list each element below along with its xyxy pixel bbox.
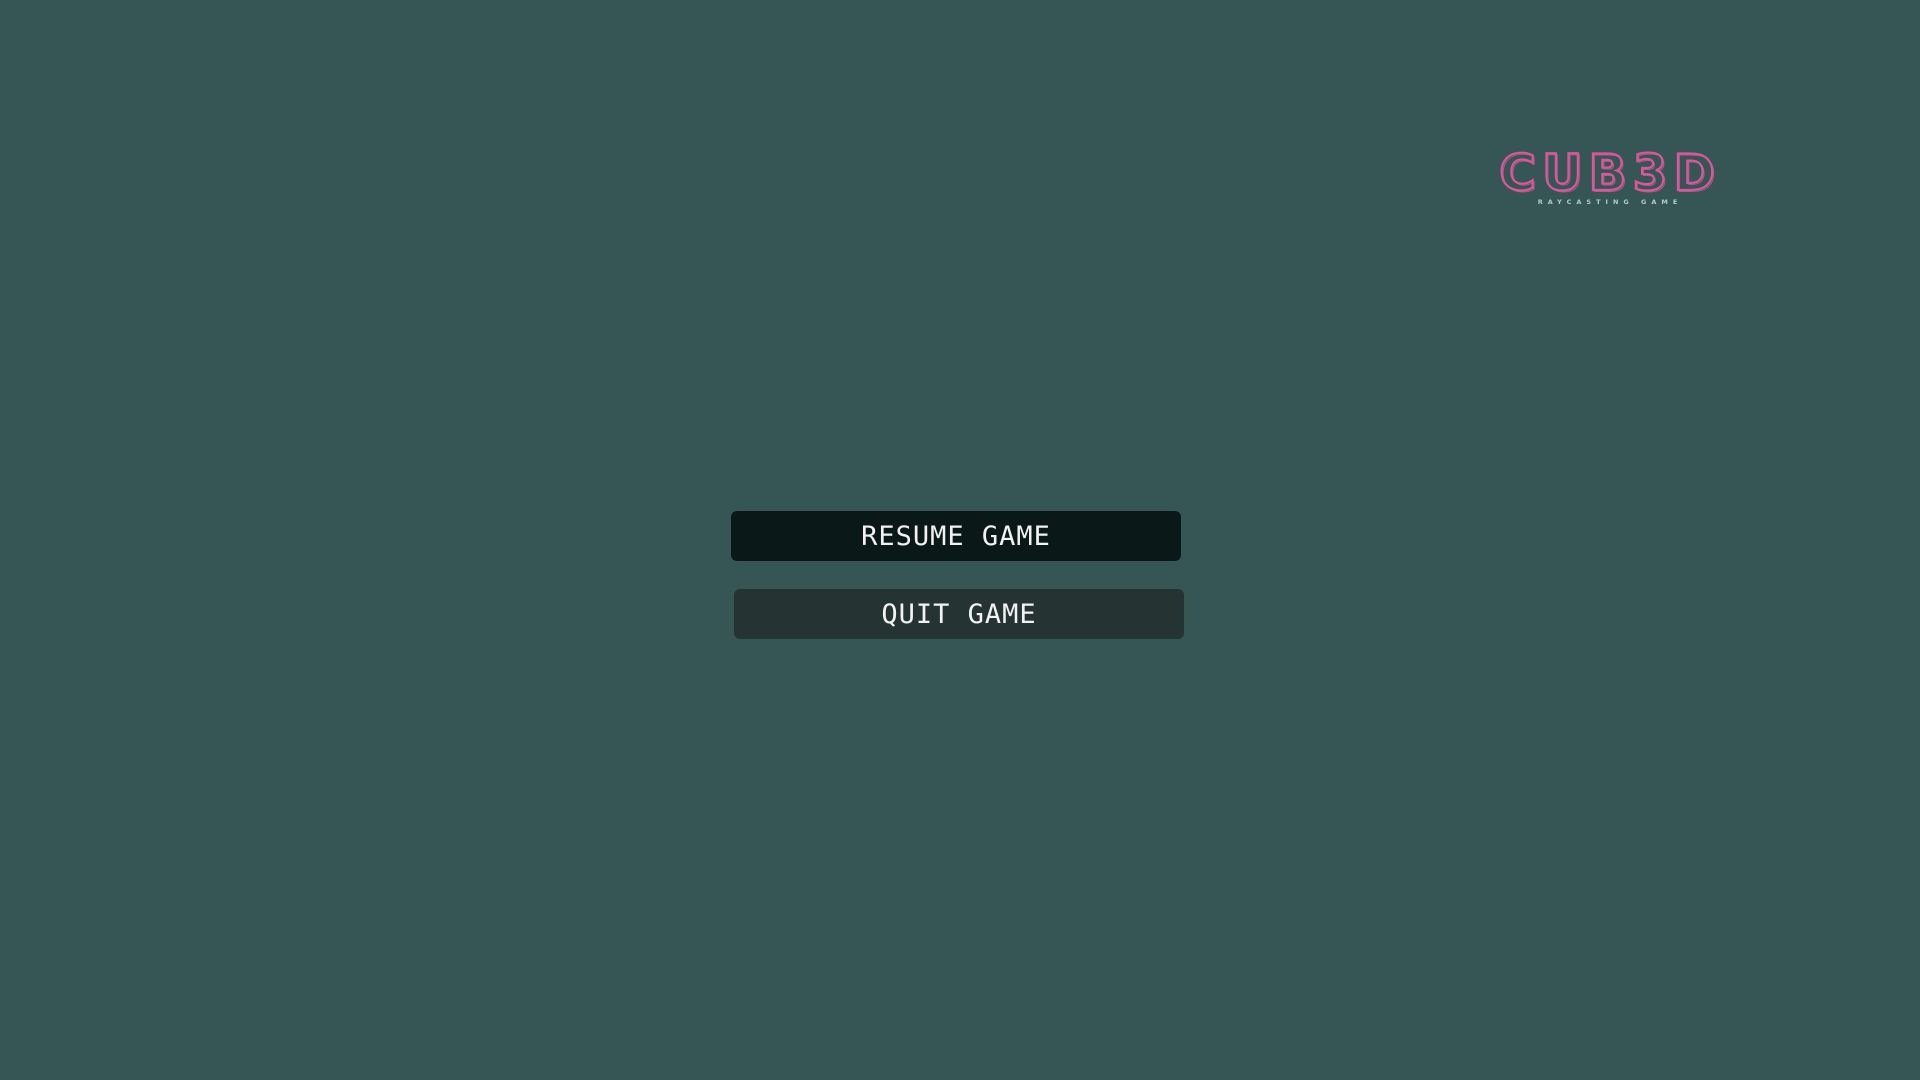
cub3d-logo-graphic: CUB3D CUB3D RAYCASTING GAME [1498, 148, 1722, 206]
quit-game-label: QUIT GAME [881, 598, 1037, 630]
resume-game-button[interactable]: RESUME GAME [731, 511, 1181, 561]
resume-game-label: RESUME GAME [861, 520, 1051, 552]
cub3d-logo: CUB3D CUB3D RAYCASTING GAME [1498, 148, 1722, 206]
quit-game-button[interactable]: QUIT GAME [734, 589, 1184, 639]
logo-title-inner: CUB3D [1501, 148, 1722, 204]
logo-subtitle: RAYCASTING GAME [1538, 198, 1683, 206]
